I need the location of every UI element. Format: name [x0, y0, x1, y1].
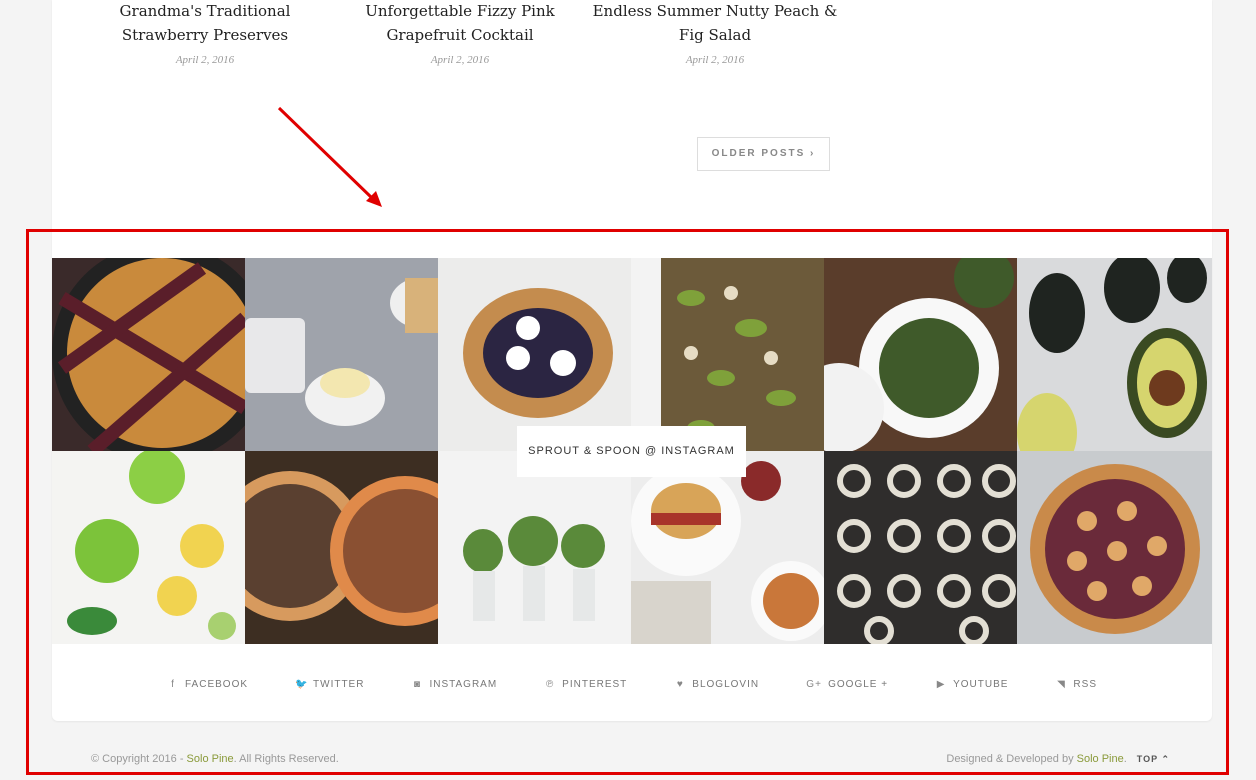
content-card: Grandma's Traditional Strawberry Preserv… [52, 0, 1212, 721]
instagram-photo-beans[interactable] [245, 451, 438, 644]
social-link-instagram[interactable]: ◙ INSTAGRAM [411, 676, 497, 692]
post-date: April 2, 2016 [175, 54, 235, 66]
facebook-icon: f [171, 678, 175, 690]
older-posts-button[interactable]: OLDER POSTS › [697, 137, 830, 171]
instagram-photo-pie[interactable] [52, 258, 245, 451]
social-link-facebook[interactable]: f FACEBOOK [167, 676, 248, 692]
credit: Designed & Developed by Solo Pine. TOP ⌃ [946, 753, 1170, 765]
social-link-twitter[interactable]: 🐦 TWITTER [295, 676, 364, 692]
copyright-link[interactable]: Solo Pine [187, 753, 234, 765]
instagram-photo-avocados[interactable] [1017, 258, 1212, 451]
post-item[interactable]: Unforgettable Fizzy Pink Grapefruit Cock… [335, 0, 585, 66]
instagram-photo-butter[interactable] [245, 258, 438, 451]
instagram-photo-green-juice[interactable] [52, 451, 245, 644]
social-link-google-plus[interactable]: G+ GOOGLE + [806, 676, 888, 692]
instagram-photo-salad[interactable] [631, 258, 824, 451]
instagram-label[interactable]: SPROUT & SPOON @ INSTAGRAM [517, 426, 746, 477]
social-link-bloglovin[interactable]: ♥ BLOGLOVIN [674, 676, 759, 692]
instagram-photo-galette[interactable] [438, 258, 631, 451]
social-link-youtube[interactable]: ▶ YOUTUBE [935, 676, 1008, 692]
copyright: © Copyright 2016 - Solo Pine. All Rights… [91, 753, 339, 765]
instagram-photo-herbs[interactable] [438, 451, 631, 644]
instagram-photo-star-pie[interactable] [1017, 451, 1212, 644]
social-link-rss[interactable]: ◥ RSS [1055, 676, 1097, 692]
instagram-photo-burger[interactable] [631, 451, 824, 644]
credit-link[interactable]: Solo Pine [1077, 753, 1124, 765]
instagram-photo-pretzels[interactable] [824, 451, 1017, 644]
pinterest-icon: ℗ [545, 678, 555, 690]
post-item[interactable]: Endless Summer Nutty Peach & Fig Salad A… [590, 0, 840, 66]
post-title[interactable]: Grandma's Traditional Strawberry Preserv… [80, 0, 330, 47]
rss-icon: ◥ [1057, 678, 1066, 690]
instagram-photo-kale-bowl[interactable] [824, 258, 1017, 451]
youtube-icon: ▶ [936, 678, 946, 690]
post-item[interactable]: Grandma's Traditional Strawberry Preserv… [80, 0, 330, 66]
back-to-top-link[interactable]: TOP ⌃ [1137, 754, 1170, 764]
post-title[interactable]: Endless Summer Nutty Peach & Fig Salad [590, 0, 840, 47]
social-links: f FACEBOOK 🐦 TWITTER ◙ INSTAGRAM ℗ PINTEREST… [52, 676, 1212, 692]
post-date: April 2, 2016 [685, 54, 745, 66]
instagram-icon: ◙ [413, 678, 421, 690]
instagram-grid: SPROUT & SPOON @ INSTAGRAM [52, 258, 1212, 644]
post-date: April 2, 2016 [430, 54, 490, 66]
twitter-icon: 🐦 [295, 678, 309, 690]
social-link-pinterest[interactable]: ℗ PINTEREST [544, 676, 627, 692]
heart-icon: ♥ [676, 678, 684, 690]
post-title[interactable]: Unforgettable Fizzy Pink Grapefruit Cock… [335, 0, 585, 47]
google-plus-icon: G+ [806, 678, 822, 690]
